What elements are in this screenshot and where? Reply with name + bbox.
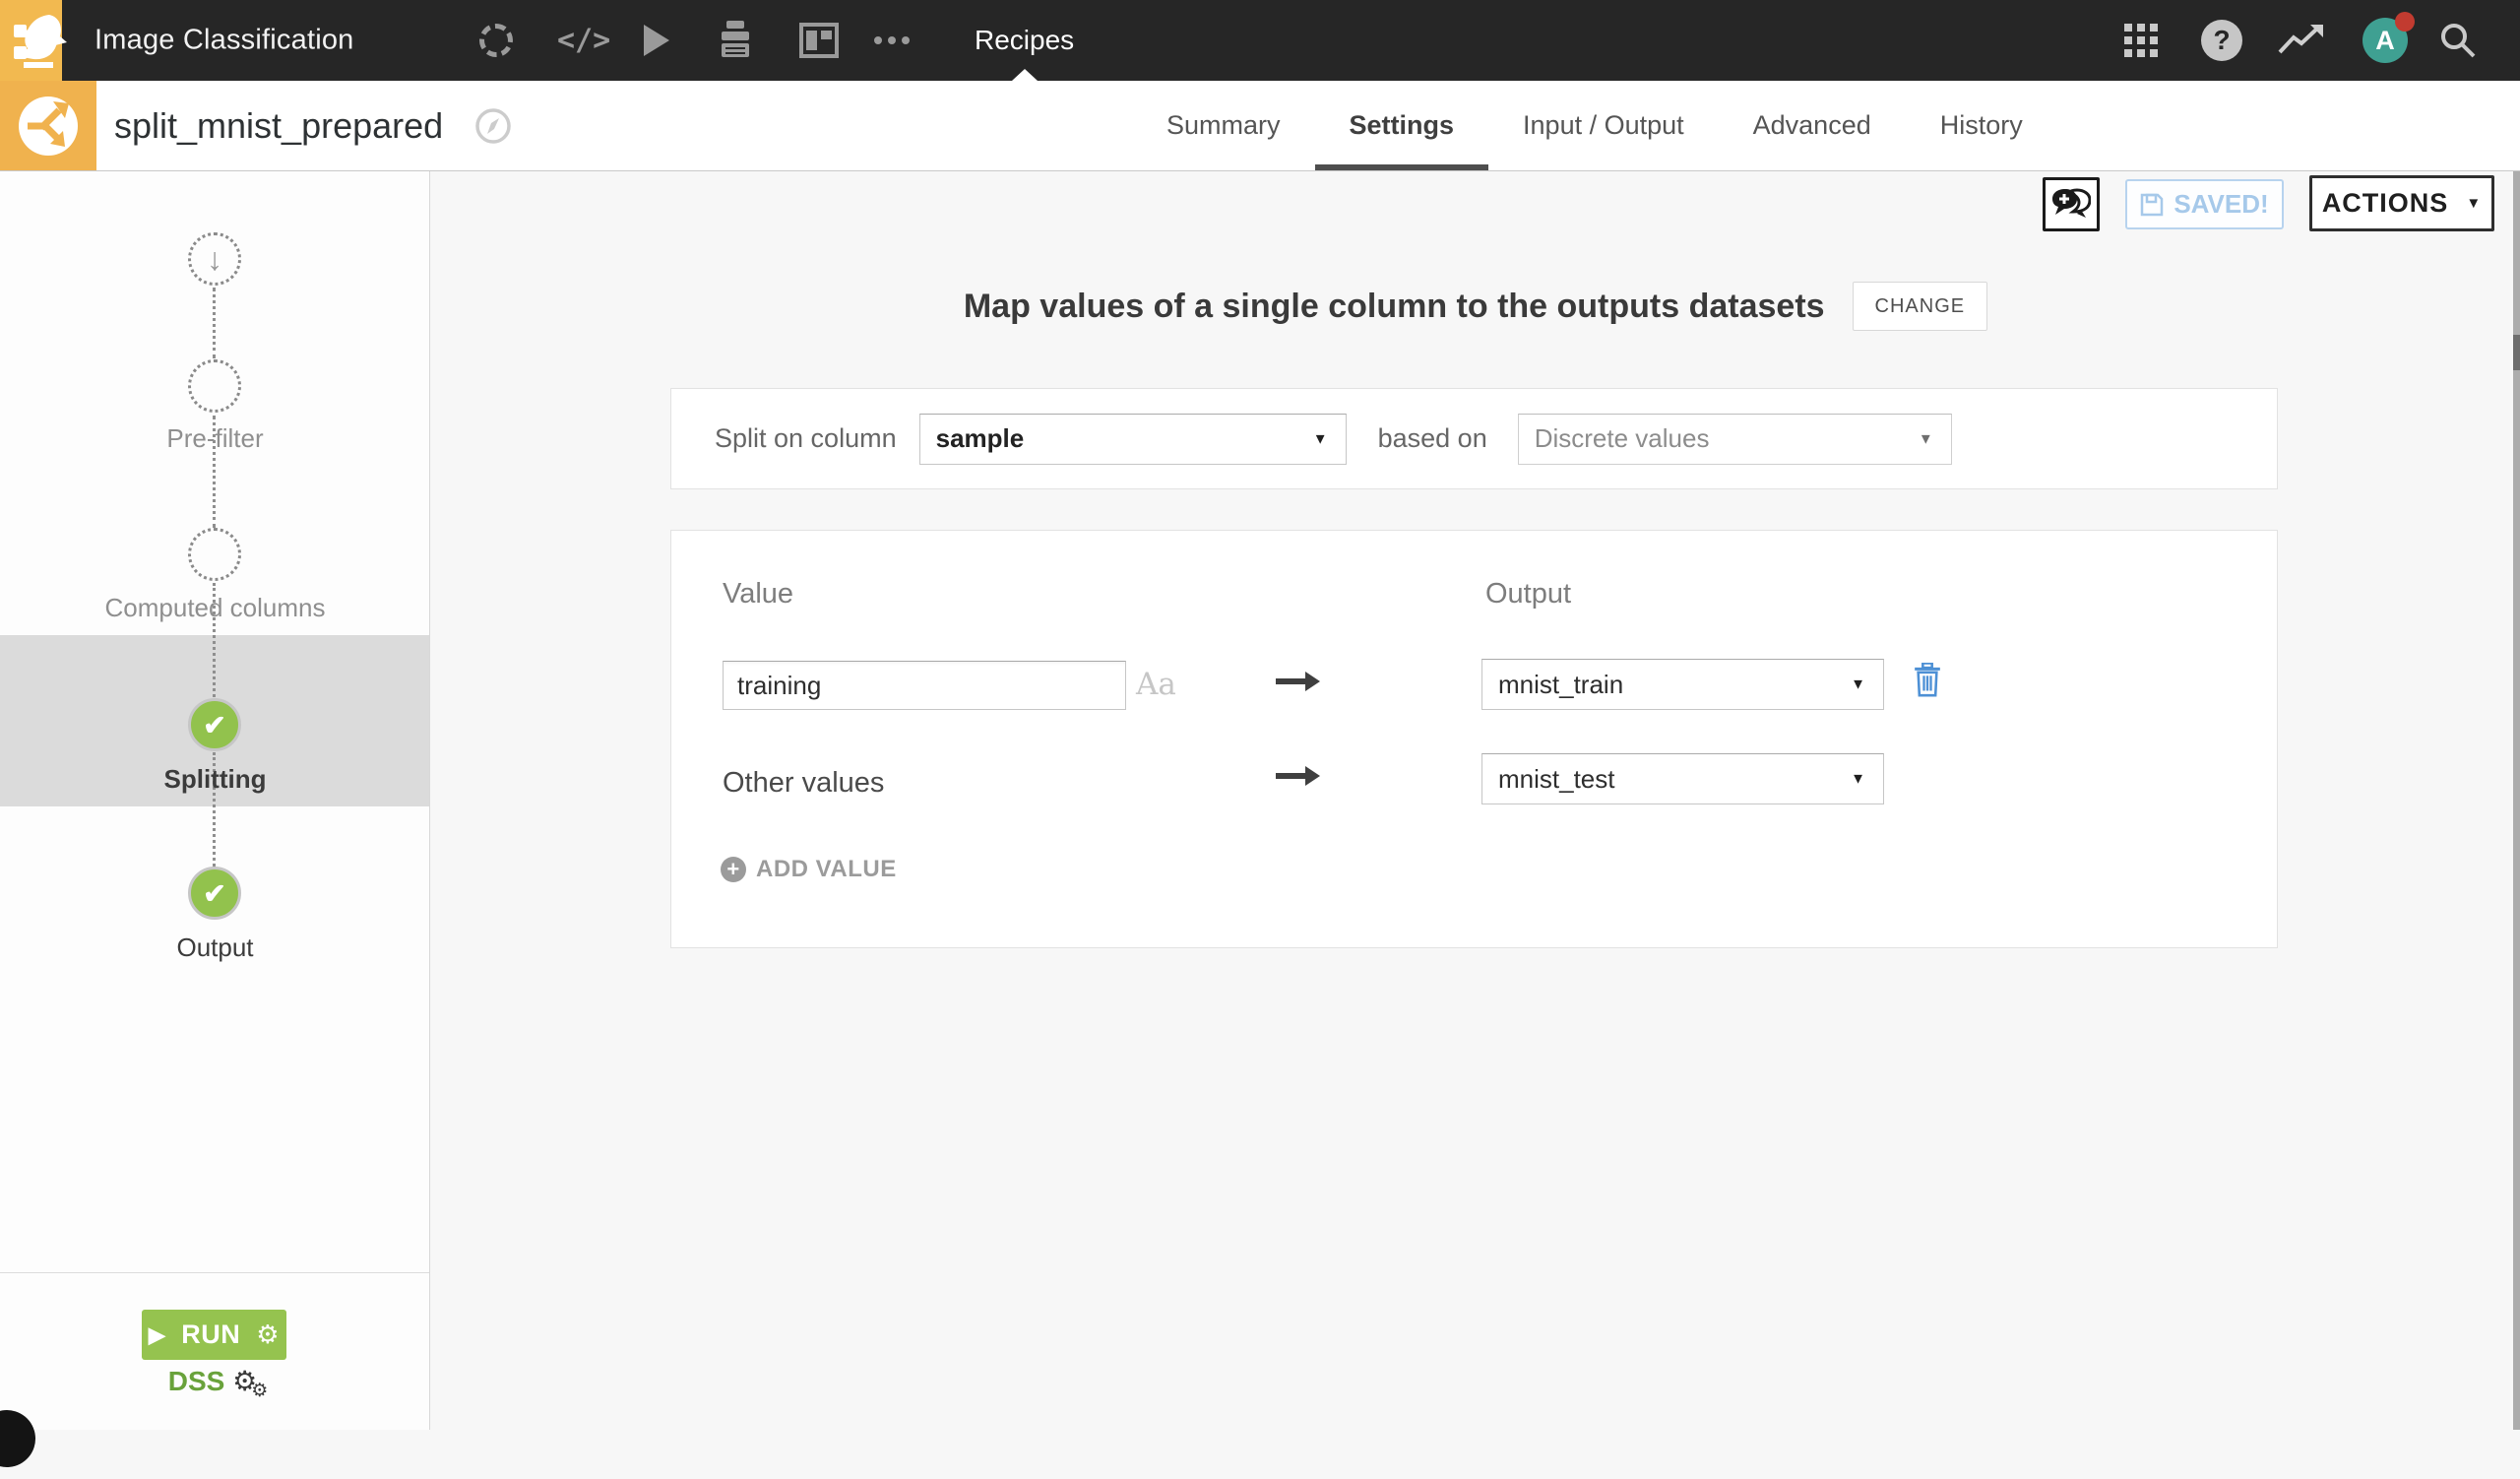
caret-down-icon: ▼: [2466, 195, 2483, 212]
based-on-label: based on: [1377, 423, 1487, 453]
saved-button: SAVED!: [2125, 179, 2284, 229]
vertical-scrollbar-thumb[interactable]: [2513, 335, 2520, 370]
case-sensitivity-toggle[interactable]: Aa: [1136, 667, 1176, 702]
top-navigation-bar: Image Classification </> Recipes ? A: [0, 0, 2520, 81]
step-label-splitting[interactable]: Splitting: [0, 764, 430, 795]
step-computed-columns-circle[interactable]: [188, 528, 241, 581]
step-label-prefilter[interactable]: Pre-filter: [0, 423, 430, 454]
page-title: split_mnist_prepared: [114, 104, 444, 146]
step-label-computed-columns[interactable]: Computed columns: [0, 593, 430, 623]
split-column-panel: Split on column sample ▼ based on Discre…: [670, 388, 2278, 489]
output-dataset-value: mnist_test: [1498, 763, 1615, 794]
check-icon: ✔: [203, 877, 226, 909]
splitting-mode-heading: Map values of a single column to the out…: [963, 287, 1825, 325]
tab-settings[interactable]: Settings: [1314, 81, 1489, 170]
add-value-label: ADD VALUE: [756, 856, 897, 882]
notification-dot: [2395, 12, 2415, 32]
trash-icon: [1915, 663, 1940, 697]
saved-label: SAVED!: [2174, 189, 2269, 219]
split-column-select[interactable]: sample ▼: [918, 413, 1347, 465]
recipes-caret-marker: [1012, 69, 1038, 81]
jobs-play-icon[interactable]: [644, 25, 669, 56]
engine-selector[interactable]: DSS ⚙⚙: [0, 1365, 430, 1402]
caret-down-icon: ▼: [1918, 430, 1933, 447]
check-icon: ✔: [203, 709, 226, 740]
plus-circle-icon: +: [721, 857, 746, 882]
split-on-column-label: Split on column: [715, 423, 897, 453]
dashboard-icon[interactable]: [799, 23, 839, 58]
recipe-header: split_mnist_prepared Summary Settings In…: [0, 81, 2520, 231]
change-button[interactable]: CHANGE: [1852, 282, 1988, 331]
help-icon[interactable]: ?: [2201, 20, 2242, 61]
run-label: RUN: [181, 1319, 241, 1349]
lab-icon[interactable]: [479, 24, 513, 57]
caret-down-icon: ▼: [1312, 430, 1328, 447]
output-dataset-select-train[interactable]: mnist_train ▼: [1481, 659, 1884, 710]
maps-to-arrow-icon: [1276, 766, 1320, 786]
caret-down-icon: ▼: [1851, 770, 1865, 788]
engine-label: DSS: [167, 1366, 225, 1396]
delete-row-button[interactable]: [1914, 661, 1947, 700]
recipe-tabs: Summary Settings Input / Output Advanced…: [1132, 81, 2057, 170]
caret-down-icon: ▼: [1851, 675, 1865, 693]
maps-to-arrow-icon: [1276, 672, 1320, 691]
step-label-output[interactable]: Output: [0, 932, 430, 963]
tab-history[interactable]: History: [1906, 81, 2057, 170]
value-column-header: Value: [723, 578, 794, 610]
run-button[interactable]: ▶ RUN ⚙: [142, 1310, 286, 1360]
play-icon: ▶: [148, 1321, 166, 1347]
output-dataset-select-test[interactable]: mnist_test ▼: [1481, 753, 1884, 804]
jobs-stack-icon[interactable]: [717, 20, 754, 61]
split-recipe-icon: [0, 81, 96, 170]
discussions-button[interactable]: [2043, 177, 2100, 231]
based-on-select[interactable]: Discrete values ▼: [1517, 413, 1952, 465]
step-prefilter-circle[interactable]: [188, 359, 241, 413]
actions-label: ACTIONS: [2321, 188, 2449, 218]
trend-icon[interactable]: [2278, 25, 2325, 56]
save-floppy-icon: [2141, 193, 2164, 216]
sidebar-divider: [0, 1272, 429, 1273]
split-column-value: sample: [935, 423, 1025, 453]
output-dataset-value: mnist_train: [1498, 669, 1624, 699]
value-mapping-panel: Value Output Aa mnist_train ▼ Other valu…: [670, 530, 2278, 948]
add-value-button[interactable]: + ADD VALUE: [721, 856, 897, 883]
engine-gears-icon: ⚙⚙: [232, 1366, 268, 1401]
tab-advanced[interactable]: Advanced: [1719, 81, 1906, 170]
run-settings-gear-icon[interactable]: ⚙: [256, 1319, 280, 1350]
other-values-label: Other values: [723, 767, 885, 799]
apps-grid-icon[interactable]: [2124, 24, 2132, 32]
project-name[interactable]: Image Classification: [94, 25, 354, 57]
dataiku-logo-icon[interactable]: [16, 13, 67, 68]
discussions-icon: [2052, 187, 2091, 218]
based-on-value: Discrete values: [1534, 423, 1710, 453]
recipe-steps-sidebar: ↓ Pre-filter Computed columns ✔ Splittin…: [0, 171, 430, 1430]
search-icon[interactable]: [2439, 22, 2477, 59]
value-input[interactable]: [723, 661, 1126, 710]
breadcrumb-recipes[interactable]: Recipes: [975, 25, 1074, 56]
tab-summary[interactable]: Summary: [1132, 81, 1315, 170]
output-column-header: Output: [1485, 578, 1572, 610]
code-icon[interactable]: </>: [557, 24, 610, 58]
step-connector: [213, 288, 216, 358]
down-arrow-icon: ↓: [207, 240, 222, 277]
step-input-circle[interactable]: ↓: [188, 232, 241, 286]
step-splitting-circle[interactable]: ✔: [188, 698, 241, 751]
step-output-circle[interactable]: ✔: [188, 867, 241, 920]
actions-button[interactable]: ACTIONS ▼: [2309, 175, 2494, 231]
tab-input-output[interactable]: Input / Output: [1488, 81, 1719, 170]
settings-main-panel: Map values of a single column to the out…: [431, 171, 2520, 1430]
navigator-compass-icon[interactable]: [474, 107, 512, 145]
more-menu-icon[interactable]: [874, 36, 910, 44]
